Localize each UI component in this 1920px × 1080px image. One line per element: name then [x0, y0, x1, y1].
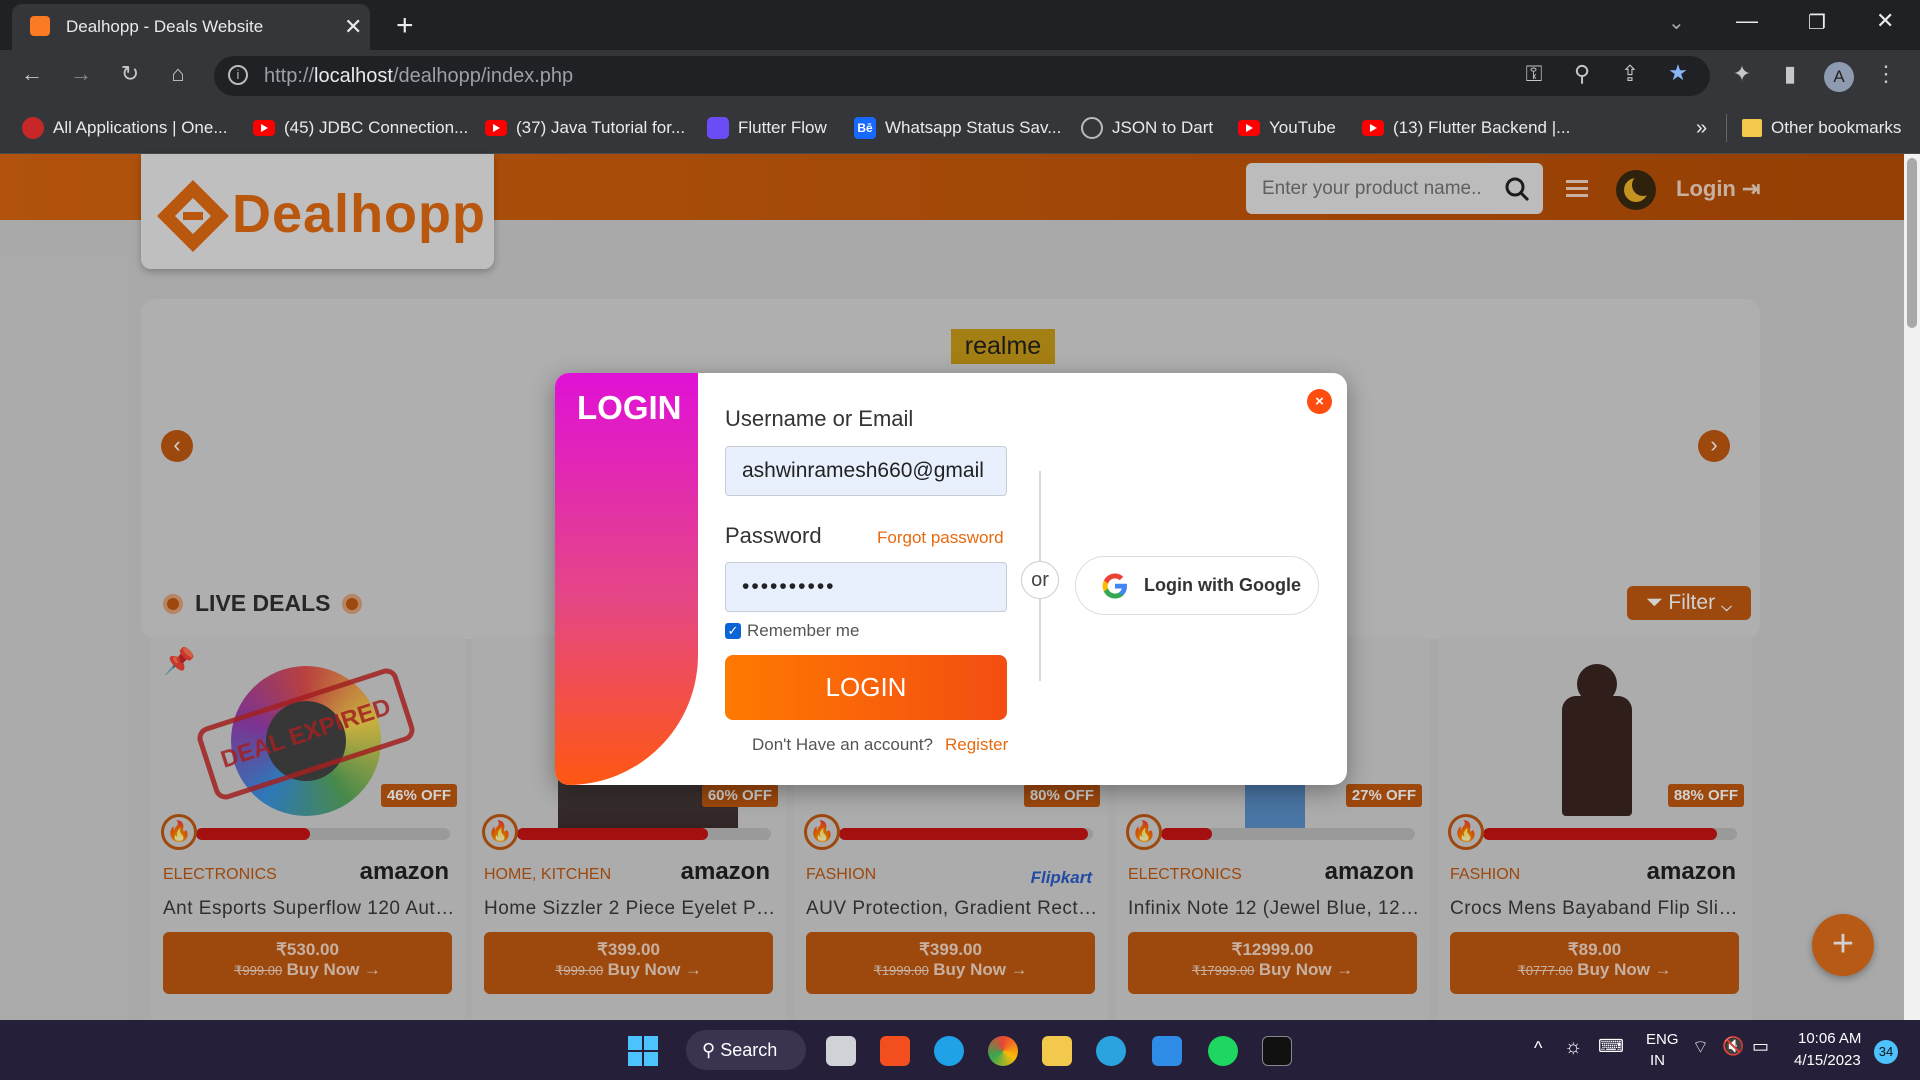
password-field[interactable] — [725, 562, 1007, 612]
bookmark-item[interactable]: (37) Java Tutorial for... — [485, 116, 685, 140]
youtube-icon — [1238, 120, 1260, 136]
home-icon[interactable]: ⌂ — [164, 62, 192, 90]
window-close-icon[interactable]: ✕ — [1876, 8, 1894, 34]
side-panel-icon[interactable]: ▮ — [1776, 62, 1804, 90]
clock-date[interactable]: 4/15/2023 — [1794, 1052, 1861, 1069]
google-login-button[interactable]: Login with Google — [1075, 556, 1319, 615]
language-indicator[interactable]: ENG — [1646, 1031, 1679, 1048]
tab-favicon-icon — [30, 16, 50, 36]
extensions-icon[interactable]: ✦ — [1728, 62, 1756, 90]
youtube-icon — [253, 120, 275, 136]
task-view-icon[interactable] — [826, 1036, 856, 1066]
vscode-icon[interactable] — [1152, 1036, 1182, 1066]
username-field[interactable] — [725, 446, 1007, 496]
bookmark-item[interactable]: JSON to Dart — [1081, 116, 1213, 140]
bookmark-item[interactable]: (13) Flutter Backend |... — [1362, 116, 1570, 140]
reload-icon[interactable]: ↻ — [116, 62, 144, 90]
no-account-text: Don't Have an account? — [752, 735, 933, 754]
keyboard-icon[interactable]: ⌨ — [1598, 1036, 1624, 1057]
brightness-icon[interactable]: ☼ — [1564, 1036, 1582, 1059]
modal-title: LOGIN — [577, 389, 682, 426]
register-link[interactable]: Register — [945, 735, 1008, 755]
edge-icon[interactable] — [934, 1036, 964, 1066]
address-bar[interactable]: i http://localhost/dealhopp/index.php ⚿ … — [214, 56, 1710, 96]
tray-expand-icon[interactable]: ^ — [1534, 1038, 1542, 1059]
forgot-password-link[interactable]: Forgot password — [877, 528, 1004, 548]
terminal-icon[interactable] — [1262, 1036, 1292, 1066]
key-icon[interactable]: ⚿ — [1520, 62, 1548, 90]
remember-me[interactable]: ✓ Remember me — [725, 621, 859, 641]
battery-icon[interactable]: ▭ — [1752, 1036, 1769, 1057]
bookmark-item[interactable]: All Applications | One... — [22, 116, 228, 140]
bookmark-divider — [1726, 114, 1727, 142]
menu-icon[interactable]: ⋮ — [1872, 62, 1900, 90]
clock-time[interactable]: 10:06 AM — [1798, 1030, 1861, 1047]
chrome-icon[interactable] — [988, 1036, 1018, 1066]
search-icon: ⚲ — [702, 1040, 716, 1060]
browser-tab[interactable]: Dealhopp - Deals Website ✕ — [12, 4, 370, 50]
bookmark-item[interactable]: Flutter Flow — [707, 116, 827, 140]
globe-icon — [1081, 117, 1103, 139]
or-label: or — [1021, 561, 1059, 599]
scrollbar-thumb[interactable] — [1907, 158, 1917, 328]
back-icon[interactable]: ← — [18, 62, 46, 90]
forward-icon[interactable]: → — [67, 62, 95, 90]
youtube-icon — [485, 120, 507, 136]
behance-icon: Bē — [854, 117, 876, 139]
username-label: Username or Email — [725, 406, 914, 431]
share-icon[interactable]: ⇪ — [1616, 62, 1644, 90]
figma-icon[interactable] — [880, 1036, 910, 1066]
more-bookmarks-button[interactable]: » — [1696, 116, 1707, 140]
site-info-icon[interactable]: i — [228, 65, 248, 85]
telegram-icon[interactable] — [1096, 1036, 1126, 1066]
tab-close-icon[interactable]: ✕ — [344, 14, 362, 40]
volume-muted-icon[interactable]: 🔇 — [1722, 1036, 1744, 1057]
zoom-icon[interactable]: ⚲ — [1568, 62, 1596, 90]
wifi-icon[interactable]: ⌔ — [1692, 1036, 1709, 1059]
checkbox-icon[interactable]: ✓ — [725, 623, 741, 639]
google-icon — [1102, 573, 1127, 598]
other-bookmarks[interactable]: Other bookmarks — [1742, 116, 1901, 140]
app-icon — [22, 117, 44, 139]
tab-search-icon[interactable]: ⌄ — [1668, 10, 1685, 35]
modal-side-panel: LOGIN — [555, 373, 698, 785]
url-text[interactable]: http://localhost/dealhopp/index.php — [264, 65, 573, 88]
folder-icon — [1742, 119, 1762, 137]
region-indicator[interactable]: IN — [1650, 1052, 1665, 1069]
start-icon[interactable] — [628, 1036, 658, 1066]
bookmark-item[interactable]: YouTube — [1238, 116, 1336, 140]
spotify-icon[interactable] — [1208, 1036, 1238, 1066]
new-tab-button[interactable]: + — [396, 9, 414, 43]
bookmark-item[interactable]: Bē Whatsapp Status Sav... — [854, 116, 1061, 140]
password-label: Password — [725, 523, 822, 548]
youtube-icon — [1362, 120, 1384, 136]
login-submit-button[interactable]: LOGIN — [725, 655, 1007, 720]
bookmark-item[interactable]: (45) JDBC Connection... — [253, 116, 468, 140]
minimize-icon[interactable]: — — [1736, 8, 1758, 34]
login-modal: LOGIN Username or Email Password Forgot … — [555, 373, 1347, 785]
notification-badge[interactable]: 34 — [1874, 1040, 1898, 1064]
flutterflow-icon — [707, 117, 729, 139]
restore-icon[interactable]: ❐ — [1808, 10, 1826, 35]
taskbar-search[interactable]: ⚲ Search — [686, 1030, 806, 1070]
profile-avatar[interactable]: A — [1824, 62, 1854, 92]
modal-close-button[interactable]: × — [1307, 389, 1332, 414]
file-explorer-icon[interactable] — [1042, 1036, 1072, 1066]
tab-title: Dealhopp - Deals Website — [66, 17, 264, 36]
bookmark-star-icon[interactable]: ★ — [1664, 61, 1692, 89]
